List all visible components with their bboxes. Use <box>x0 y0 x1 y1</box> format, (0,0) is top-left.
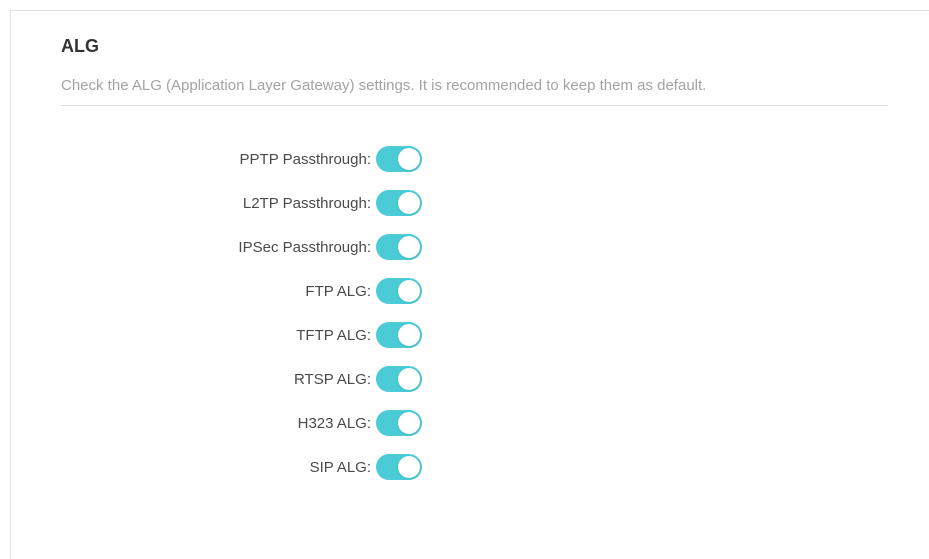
setting-row-ftp-alg: FTP ALG: <box>11 273 711 317</box>
ftp-alg-label: FTP ALG: <box>305 283 371 300</box>
toggle-knob <box>398 236 420 258</box>
h323-alg-toggle[interactable] <box>376 410 422 436</box>
toggle-knob <box>398 280 420 302</box>
sip-alg-label: SIP ALG: <box>309 459 371 476</box>
h323-alg-label: H323 ALG: <box>297 415 371 432</box>
tftp-alg-toggle[interactable] <box>376 322 422 348</box>
alg-settings-panel: ALG Check the ALG (Application Layer Gat… <box>10 10 929 559</box>
toggle-knob <box>398 324 420 346</box>
l2tp-passthrough-toggle[interactable] <box>376 190 422 216</box>
section-divider <box>61 105 887 106</box>
toggle-knob <box>398 192 420 214</box>
setting-row-h323-alg: H323 ALG: <box>11 405 711 449</box>
setting-row-pptp-passthrough: PPTP Passthrough: <box>11 141 711 185</box>
pptp-passthrough-label: PPTP Passthrough: <box>239 151 371 168</box>
setting-row-rtsp-alg: RTSP ALG: <box>11 361 711 405</box>
sip-alg-toggle[interactable] <box>376 454 422 480</box>
l2tp-passthrough-label: L2TP Passthrough: <box>242 195 371 212</box>
setting-row-sip-alg: SIP ALG: <box>11 449 711 493</box>
setting-row-ipsec-passthrough: IPSec Passthrough: <box>11 229 711 273</box>
toggle-knob <box>398 368 420 390</box>
setting-row-tftp-alg: TFTP ALG: <box>11 317 711 361</box>
pptp-passthrough-toggle[interactable] <box>376 146 422 172</box>
rtsp-alg-toggle[interactable] <box>376 366 422 392</box>
tftp-alg-label: TFTP ALG: <box>296 327 371 344</box>
ipsec-passthrough-toggle[interactable] <box>376 234 422 260</box>
alg-settings-list: PPTP Passthrough: L2TP Passthrough: IPSe… <box>11 141 711 493</box>
toggle-knob <box>398 412 420 434</box>
section-title: ALG <box>61 36 99 56</box>
ftp-alg-toggle[interactable] <box>376 278 422 304</box>
rtsp-alg-label: RTSP ALG: <box>294 371 371 388</box>
ipsec-passthrough-label: IPSec Passthrough: <box>238 239 371 256</box>
toggle-knob <box>398 148 420 170</box>
section-description: Check the ALG (Application Layer Gateway… <box>61 77 707 94</box>
toggle-knob <box>398 456 420 478</box>
setting-row-l2tp-passthrough: L2TP Passthrough: <box>11 185 711 229</box>
